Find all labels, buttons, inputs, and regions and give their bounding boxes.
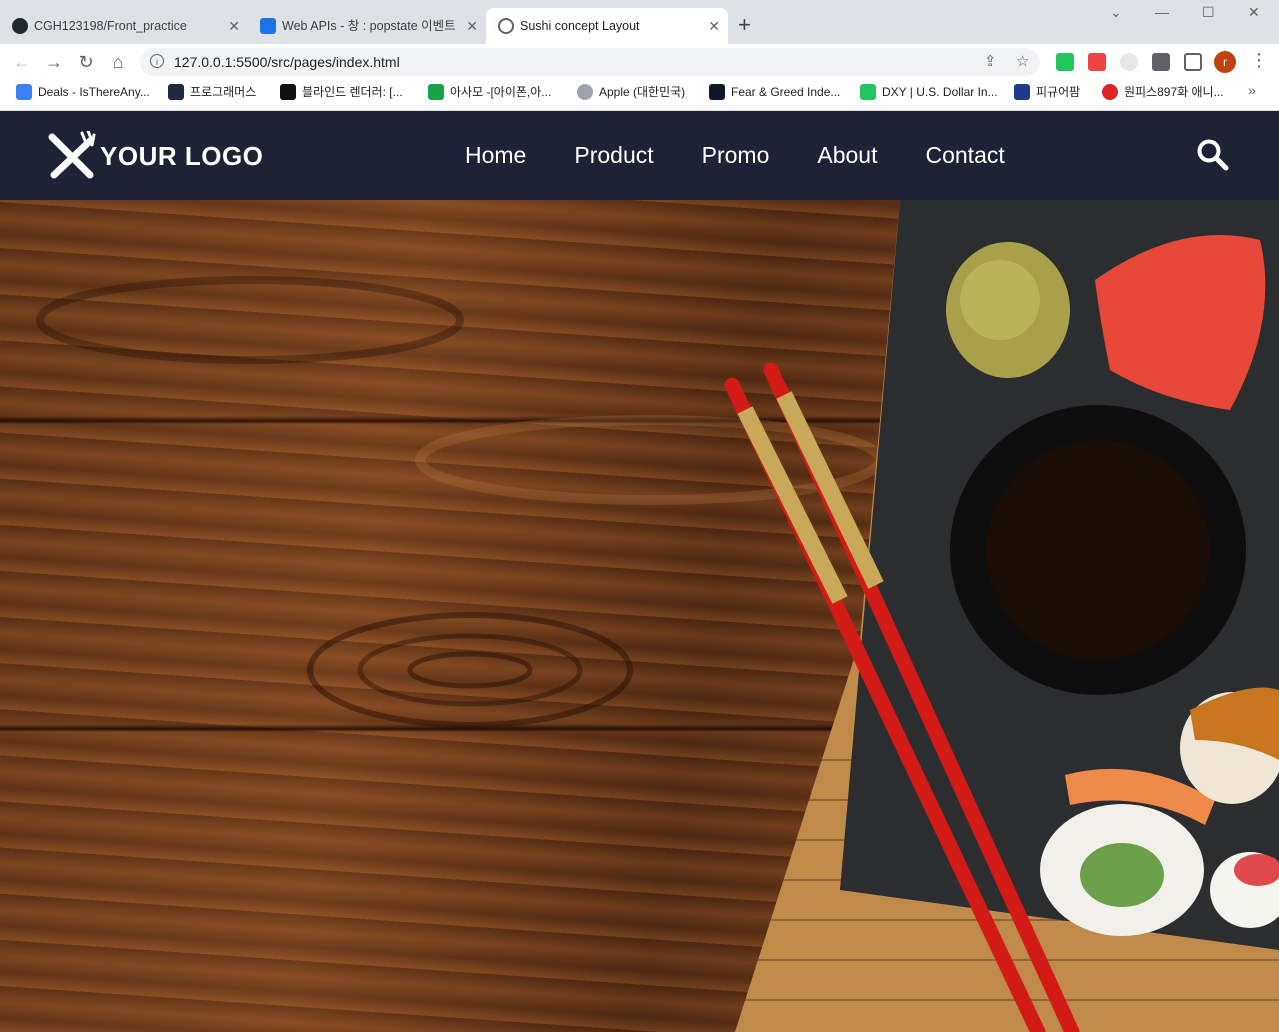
fork-knife-icon: [48, 131, 96, 179]
address-bar[interactable]: i 127.0.0.1:5500/src/pages/index.html ⇪ …: [140, 48, 1040, 76]
star-icon[interactable]: ☆: [1016, 52, 1029, 70]
share-icon[interactable]: ⇪: [984, 52, 997, 70]
tab-title: CGH123198/Front_practice: [34, 19, 187, 33]
bookmark-item[interactable]: 원피스897화 애니...: [1102, 80, 1224, 104]
bookmark-item[interactable]: 프로그래머스: [168, 80, 256, 104]
puzzle-icon[interactable]: [1152, 53, 1170, 71]
bookmark-icon: [168, 84, 184, 100]
tab-title: Web APIs - 창 : popstate 이벤트: [282, 19, 456, 33]
browser-tabstrip: CGH123198/Front_practice ✕ Web APIs - 창 …: [0, 0, 1279, 44]
forward-arrow-icon[interactable]: →: [42, 50, 66, 74]
bookmark-icon: [428, 84, 444, 100]
bookmark-label: 피규어팜: [1036, 85, 1081, 99]
home-icon[interactable]: ⌂: [106, 50, 130, 74]
globe-icon: [498, 18, 514, 34]
bookmark-item[interactable]: Apple (대한민국): [577, 80, 685, 104]
menu-icon[interactable]: ⋮: [1250, 50, 1268, 71]
bookmark-icon: [280, 84, 296, 100]
hero-image: [0, 200, 1279, 1032]
info-icon[interactable]: i: [150, 54, 164, 68]
bookmark-item[interactable]: DXY | U.S. Dollar In...: [860, 80, 998, 104]
bookmark-icon: [860, 84, 876, 100]
bookmark-icon: [1102, 84, 1118, 100]
bookmark-icon: [16, 84, 32, 100]
back-arrow-icon[interactable]: ←: [10, 50, 34, 74]
close-window-button[interactable]: ✕: [1248, 4, 1260, 21]
nav-contact[interactable]: Contact: [925, 142, 1004, 169]
bookmarks-bar: Deals - IsThereAny... 프로그래머스 블라인드 렌더러: […: [0, 80, 1279, 111]
url-text[interactable]: 127.0.0.1:5500/src/pages/index.html: [174, 48, 400, 76]
sidepanel-icon[interactable]: [1184, 53, 1202, 71]
tab-github[interactable]: CGH123198/Front_practice ✕: [0, 8, 248, 44]
nav-home[interactable]: Home: [465, 142, 526, 169]
tab-search-icon[interactable]: ⌄: [1110, 4, 1122, 21]
tab-sushi[interactable]: Sushi concept Layout ✕: [486, 8, 728, 44]
bookmark-label: 원피스897화 애니...: [1124, 85, 1224, 99]
logo[interactable]: YOUR LOGO: [46, 131, 263, 181]
bookmark-label: 블라인드 렌더러: [...: [302, 85, 403, 99]
reload-icon[interactable]: ↻: [74, 50, 98, 74]
browser-toolbar: ← → ↻ ⌂ i 127.0.0.1:5500/src/pages/index…: [0, 44, 1279, 80]
maximize-button[interactable]: ☐: [1202, 4, 1215, 21]
search-icon[interactable]: [1196, 138, 1230, 172]
nav-product[interactable]: Product: [574, 142, 653, 169]
extension-icon[interactable]: [1056, 53, 1074, 71]
bookmark-label: 아사모 -[아이폰,아...: [450, 85, 552, 99]
bookmark-item[interactable]: 아사모 -[아이폰,아...: [428, 80, 551, 104]
bookmark-label: Apple (대한민국): [599, 85, 686, 99]
tab-web-apis[interactable]: Web APIs - 창 : popstate 이벤트 ✕: [248, 8, 486, 44]
close-icon[interactable]: ✕: [466, 8, 478, 44]
bookmark-label: 프로그래머스: [190, 85, 257, 99]
new-tab-button[interactable]: +: [738, 13, 751, 37]
nav-promo[interactable]: Promo: [702, 142, 770, 169]
logo-text: YOUR LOGO: [100, 140, 264, 171]
bookmark-icon: [1014, 84, 1030, 100]
close-icon[interactable]: ✕: [228, 8, 240, 44]
minimize-button[interactable]: —: [1155, 4, 1169, 20]
bookmark-item[interactable]: Deals - IsThereAny...: [16, 80, 150, 104]
apple-icon: [577, 84, 593, 100]
nav-about[interactable]: About: [817, 142, 877, 169]
tab-title: Sushi concept Layout: [520, 19, 640, 33]
bookmark-item[interactable]: 피규어팜: [1014, 80, 1080, 104]
close-icon[interactable]: ✕: [708, 8, 720, 44]
bookmarks-more-icon[interactable]: »: [1248, 82, 1256, 98]
github-icon: [12, 18, 28, 34]
sushi-illustration: [36, 200, 1279, 1032]
bookmark-icon: [709, 84, 725, 100]
bookmark-label: Deals - IsThereAny...: [38, 85, 150, 99]
youtube-extension-icon[interactable]: [1088, 53, 1106, 71]
react-extension-icon[interactable]: [1120, 53, 1138, 71]
bookmark-label: Fear & Greed Inde...: [731, 85, 841, 99]
main-nav: Home Product Promo About Contact: [465, 111, 1053, 200]
bookmark-item[interactable]: 블라인드 렌더러: [...: [280, 80, 403, 104]
site-header: YOUR LOGO Home Product Promo About Conta…: [0, 111, 1279, 200]
mdn-icon: [260, 18, 276, 34]
avatar[interactable]: r: [1214, 51, 1236, 73]
bookmark-item[interactable]: Fear & Greed Inde...: [709, 80, 840, 104]
bookmark-label: DXY | U.S. Dollar In...: [882, 85, 998, 99]
